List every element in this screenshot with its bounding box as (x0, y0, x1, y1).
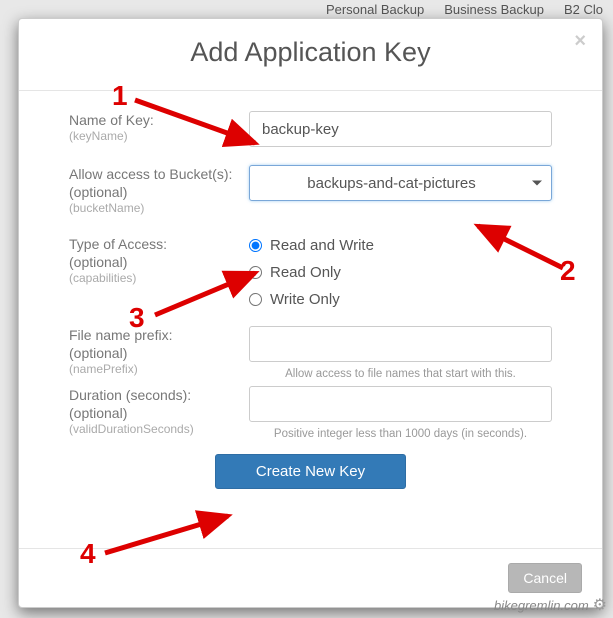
row-name-of-key: Name of Key: (keyName) (69, 111, 552, 147)
modal-title: Add Application Key (39, 37, 582, 68)
label-optional: (optional) (69, 344, 239, 362)
row-bucket-access: Allow access to Bucket(s): (optional) (b… (69, 165, 552, 217)
label-file-prefix: File name prefix: (optional) (namePrefix… (69, 326, 249, 378)
radio-label: Read and Write (270, 237, 374, 254)
radio-input[interactable] (249, 293, 262, 306)
file-prefix-input[interactable] (249, 326, 552, 362)
label-optional: (optional) (69, 253, 239, 271)
radio-label: Write Only (270, 291, 340, 308)
gear-icon: ⚙ (593, 595, 607, 615)
nav-item[interactable]: B2 Clo (564, 2, 603, 17)
label-text: Type of Access: (69, 235, 239, 253)
label-hint: (namePrefix) (69, 362, 239, 378)
duration-hint: Positive integer less than 1000 days (in… (249, 428, 552, 440)
bucket-select-wrap[interactable]: backups-and-cat-pictures (249, 165, 552, 201)
file-prefix-hint: Allow access to file names that start wi… (249, 368, 552, 380)
add-application-key-modal: × Add Application Key Name of Key: (keyN… (18, 18, 603, 608)
radio-write-only[interactable]: Write Only (249, 291, 552, 308)
label-text: Duration (seconds): (69, 386, 239, 404)
radio-read-write[interactable]: Read and Write (249, 237, 552, 254)
radio-label: Read Only (270, 264, 341, 281)
label-text: File name prefix: (69, 326, 239, 344)
label-type-of-access: Type of Access: (optional) (capabilities… (69, 235, 249, 287)
label-hint: (bucketName) (69, 201, 239, 217)
create-new-key-button[interactable]: Create New Key (215, 454, 406, 489)
label-optional: (optional) (69, 404, 239, 422)
close-icon[interactable]: × (574, 31, 586, 51)
label-hint: (validDurationSeconds) (69, 422, 239, 438)
watermark: bikegremlin.com ⚙ (494, 595, 607, 615)
label-name-of-key: Name of Key: (keyName) (69, 111, 249, 145)
label-optional: (optional) (69, 183, 239, 201)
row-duration: Duration (seconds): (optional) (validDur… (69, 386, 552, 440)
nav-item[interactable]: Personal Backup (326, 2, 424, 17)
radio-read-only[interactable]: Read Only (249, 264, 552, 281)
bucket-select[interactable]: backups-and-cat-pictures (249, 165, 552, 201)
access-radio-group: Read and Write Read Only Write Only (249, 235, 552, 308)
label-duration: Duration (seconds): (optional) (validDur… (69, 386, 249, 438)
modal-header: × Add Application Key (19, 19, 602, 91)
row-file-prefix: File name prefix: (optional) (namePrefix… (69, 326, 552, 380)
label-bucket-access: Allow access to Bucket(s): (optional) (b… (69, 165, 249, 217)
modal-body: Name of Key: (keyName) Allow access to B… (19, 91, 602, 548)
cancel-button[interactable]: Cancel (508, 563, 582, 593)
radio-input[interactable] (249, 266, 262, 279)
watermark-text: bikegremlin.com (494, 598, 589, 613)
label-hint: (keyName) (69, 129, 239, 145)
radio-input[interactable] (249, 239, 262, 252)
background-nav: Personal Backup Business Backup B2 Clo (326, 2, 603, 17)
nav-item[interactable]: Business Backup (444, 2, 544, 17)
label-text: Allow access to Bucket(s): (69, 165, 239, 183)
create-row: Create New Key (69, 446, 552, 505)
duration-input[interactable] (249, 386, 552, 422)
label-text: Name of Key: (69, 111, 239, 129)
row-type-of-access: Type of Access: (optional) (capabilities… (69, 235, 552, 308)
label-hint: (capabilities) (69, 271, 239, 287)
name-of-key-input[interactable] (249, 111, 552, 147)
